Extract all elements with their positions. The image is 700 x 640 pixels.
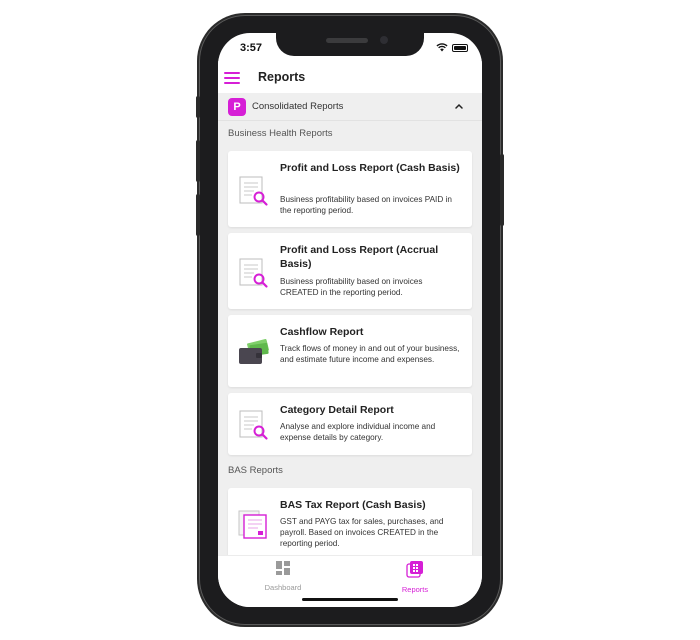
reports-icon: [406, 561, 423, 578]
volume-down-button: [196, 194, 200, 236]
report-card-cashflow[interactable]: Cashflow Report Track flows of money in …: [228, 315, 472, 387]
nav-bar: Reports: [218, 61, 482, 93]
consolidated-reports-label: Consolidated Reports: [252, 101, 344, 112]
chevron-up-icon[interactable]: [454, 101, 464, 111]
app-logo-icon: P: [228, 98, 246, 116]
report-search-icon: [239, 176, 268, 206]
report-title: Profit and Loss Report (Accrual Basis): [280, 244, 439, 270]
report-card-category-detail[interactable]: Category Detail Report Analyse and explo…: [228, 393, 472, 455]
tab-reports[interactable]: Reports: [375, 560, 455, 594]
status-icons: [436, 43, 468, 52]
notch: [276, 33, 424, 56]
tab-dashboard[interactable]: Dashboard: [243, 560, 323, 594]
camera: [380, 36, 388, 44]
report-description: GST and PAYG tax for sales, purchases, a…: [280, 517, 444, 548]
battery-icon: [452, 43, 468, 52]
volume-up-button: [196, 140, 200, 182]
wallet-cash-icon: [239, 338, 269, 364]
speaker: [326, 38, 368, 43]
report-description: Track flows of money in and out of your …: [280, 344, 460, 364]
section-label-business-health: Business Health Reports: [228, 128, 333, 139]
report-search-icon: [239, 410, 268, 440]
report-card-profit-loss-cash[interactable]: Profit and Loss Report (Cash Basis) Busi…: [228, 151, 472, 227]
home-indicator[interactable]: [302, 598, 398, 601]
page-title: Reports: [258, 70, 306, 84]
section-label-bas: BAS Reports: [228, 465, 283, 476]
dashboard-icon: [276, 561, 290, 575]
report-title: Category Detail Report: [280, 404, 394, 416]
tab-label: Dashboard: [264, 583, 302, 592]
report-description: Business profitability based on invoices…: [280, 277, 423, 297]
report-title: Profit and Loss Report (Cash Basis): [280, 162, 460, 174]
report-title: Cashflow Report: [280, 326, 364, 338]
phone-screen: 3:57 Reports P Consolidated Reports Busi…: [218, 33, 482, 607]
report-description: Business profitability based on invoices…: [280, 195, 452, 215]
report-description: Analyse and explore individual income an…: [280, 422, 436, 442]
status-time: 3:57: [240, 42, 263, 54]
report-title: BAS Tax Report (Cash Basis): [280, 499, 426, 511]
report-card-bas-tax[interactable]: BAS Tax Report (Cash Basis) GST and PAYG…: [228, 488, 472, 555]
tax-form-icon: [238, 510, 267, 539]
tab-label: Reports: [401, 585, 429, 594]
menu-icon[interactable]: [224, 72, 240, 84]
report-card-profit-loss-accrual[interactable]: Profit and Loss Report (Accrual Basis) B…: [228, 233, 472, 309]
report-search-icon: [239, 258, 268, 288]
reports-content[interactable]: P Consolidated Reports Business Health R…: [218, 93, 482, 555]
consolidated-reports-header[interactable]: P Consolidated Reports: [218, 93, 482, 121]
wifi-icon: [436, 43, 448, 52]
mute-switch: [196, 96, 200, 118]
power-button: [500, 154, 504, 226]
